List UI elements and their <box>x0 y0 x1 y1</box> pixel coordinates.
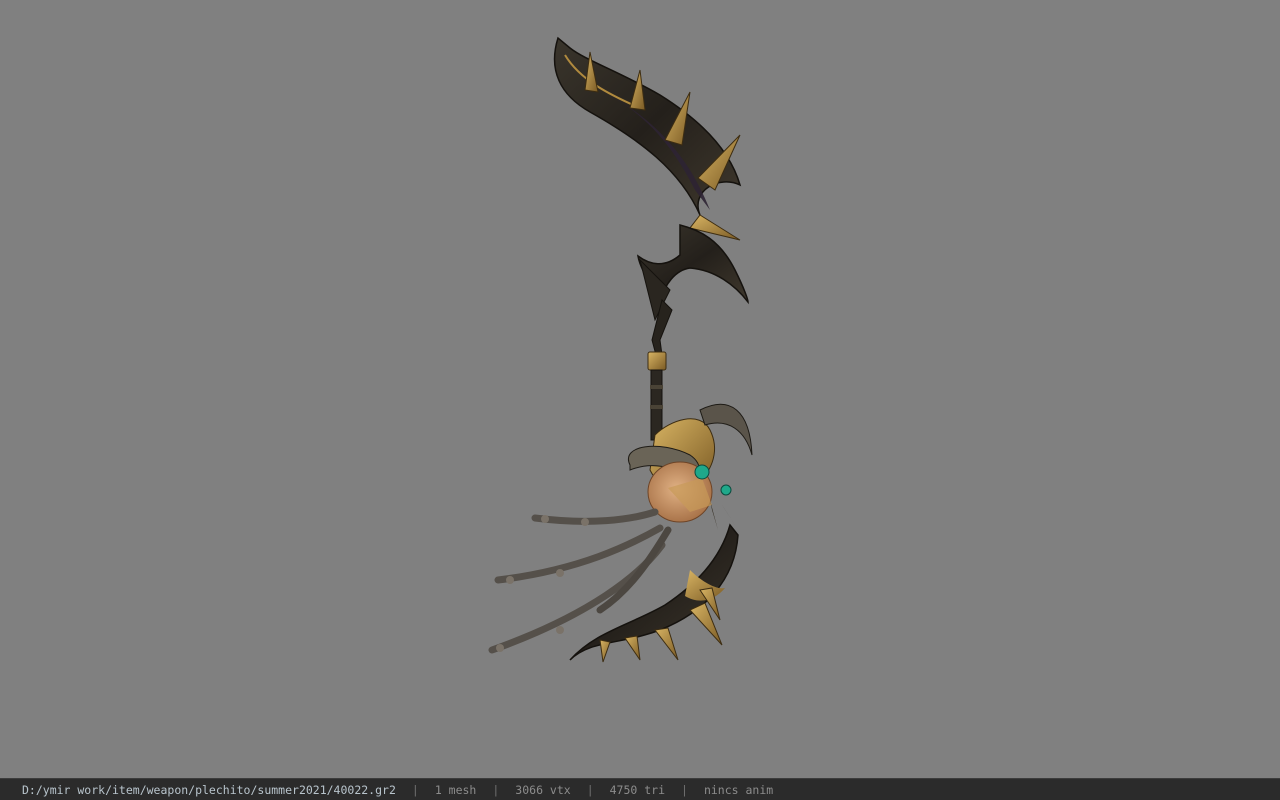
triangle-count: 4750 tri <box>609 782 666 797</box>
weapon-model-render <box>488 36 753 663</box>
file-path: D:/ymir work/item/weapon/plechito/summer… <box>22 782 396 797</box>
separator: | <box>586 782 594 797</box>
status-bar: D:/ymir work/item/weapon/plechito/summer… <box>0 778 1280 800</box>
vertex-count: 3066 vtx <box>515 782 571 797</box>
separator: | <box>681 782 688 797</box>
mesh-count: 1 mesh <box>434 782 477 797</box>
animation-status: nincs anim <box>703 782 774 797</box>
separator: | <box>411 782 419 797</box>
3d-viewport[interactable] <box>0 0 1280 778</box>
separator: | <box>492 782 500 797</box>
weapon-shaft <box>647 299 673 441</box>
blade-hook <box>636 224 749 322</box>
